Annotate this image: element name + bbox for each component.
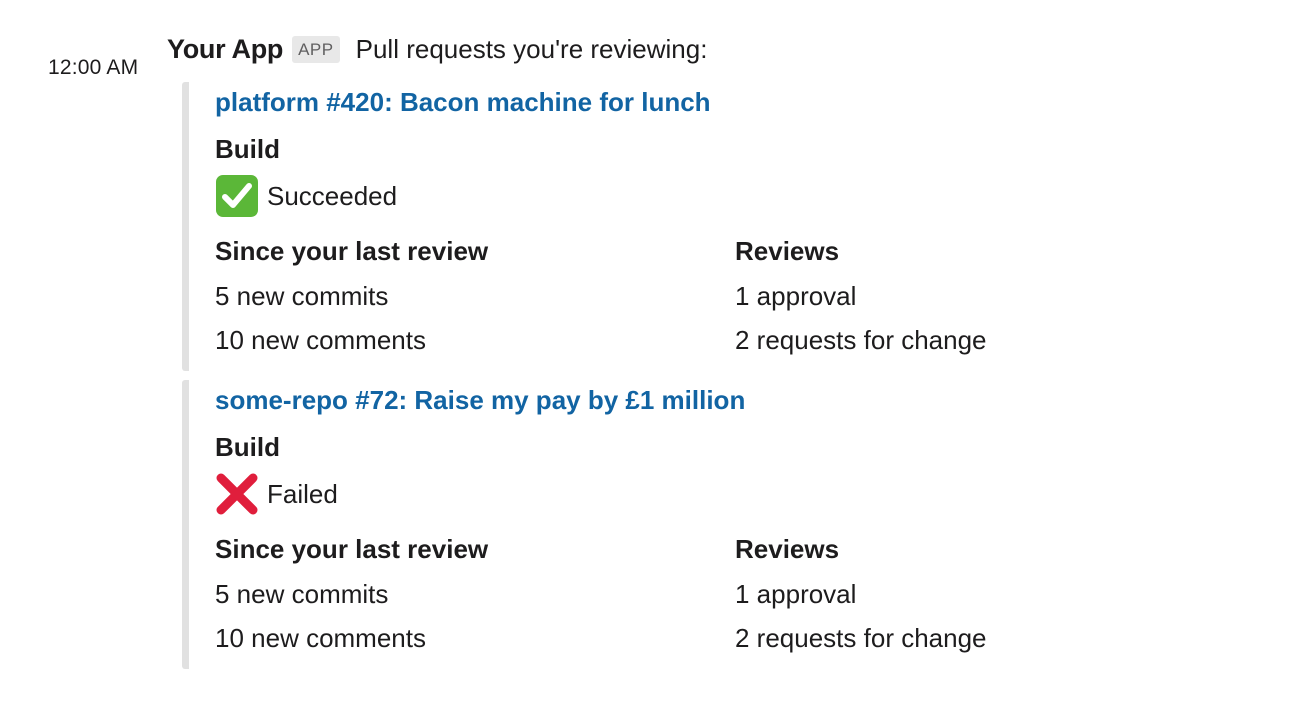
- reviews-change-requests: 2 requests for change: [735, 623, 987, 653]
- pr-attachment: platform #420: Bacon machine for lunch B…: [182, 82, 1082, 371]
- pr-attachment: some-repo #72: Raise my pay by £1 millio…: [182, 380, 1082, 669]
- message-text: Pull requests you're reviewing:: [355, 33, 708, 64]
- message-timestamp[interactable]: 12:00 AM: [48, 56, 138, 80]
- reviews-title: Reviews: [735, 534, 840, 564]
- check-mark-icon: [215, 174, 259, 218]
- since-review-title: Since your last review: [215, 236, 489, 266]
- build-status-text: Succeeded: [267, 180, 398, 211]
- build-status-text: Failed: [267, 478, 338, 509]
- reviews-title: Reviews: [735, 236, 840, 266]
- since-review-title: Since your last review: [215, 534, 489, 564]
- build-status: Failed: [215, 472, 338, 516]
- since-review-commits: 5 new commits: [215, 579, 389, 609]
- reviews-change-requests: 2 requests for change: [735, 325, 987, 355]
- app-badge: APP: [292, 35, 340, 63]
- pr-title-link[interactable]: platform #420: Bacon machine for lunch: [215, 87, 711, 118]
- build-label: Build: [215, 432, 280, 462]
- since-review-comments: 10 new comments: [215, 623, 426, 653]
- build-status: Succeeded: [215, 174, 397, 218]
- app-name[interactable]: Your App: [167, 34, 283, 65]
- cross-mark-icon: [215, 472, 259, 516]
- pr-title-link[interactable]: some-repo #72: Raise my pay by £1 millio…: [215, 385, 745, 416]
- reviews-approvals: 1 approval: [735, 281, 857, 311]
- build-label: Build: [215, 134, 280, 164]
- message-header: Your App APP Pull requests you're review…: [167, 32, 707, 66]
- since-review-comments: 10 new comments: [215, 325, 426, 355]
- reviews-approvals: 1 approval: [735, 579, 857, 609]
- since-review-commits: 5 new commits: [215, 281, 389, 311]
